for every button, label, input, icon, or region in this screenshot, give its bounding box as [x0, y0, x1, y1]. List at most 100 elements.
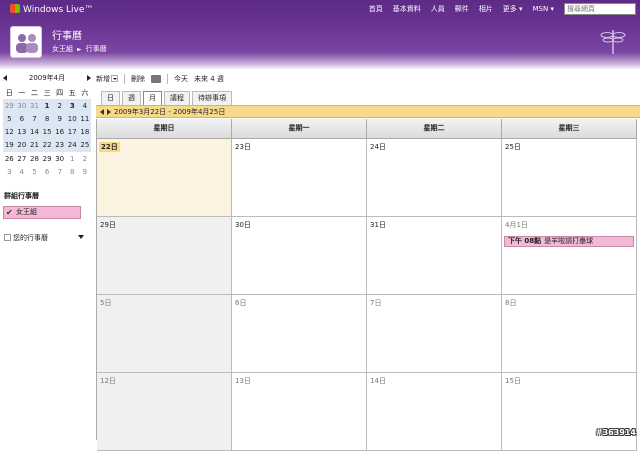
mini-day[interactable]: 10	[66, 112, 79, 125]
mini-day[interactable]: 1	[66, 152, 79, 165]
tab-week[interactable]: 週	[122, 91, 141, 105]
today-button[interactable]: 今天	[174, 74, 188, 84]
day-cell[interactable]: 24日	[367, 139, 502, 217]
mini-day[interactable]: 3	[3, 165, 16, 178]
brand-label: Windows Live™	[23, 5, 93, 15]
checkmark-icon[interactable]: ✔	[6, 207, 13, 218]
mini-day[interactable]: 26	[3, 152, 16, 165]
mini-day[interactable]: 15	[41, 126, 54, 139]
day-cell[interactable]: 14日	[367, 373, 502, 451]
nav-more[interactable]: 更多 ▾	[503, 4, 523, 14]
mini-day[interactable]: 9	[53, 112, 66, 125]
next-four-weeks-button[interactable]: 未來 4 週	[194, 74, 224, 84]
mini-day[interactable]: 8	[41, 112, 54, 125]
tab-day[interactable]: 日	[101, 91, 120, 105]
mini-day[interactable]: 8	[66, 165, 79, 178]
mini-day[interactable]: 11	[79, 112, 92, 125]
nav-photos[interactable]: 相片	[479, 4, 493, 14]
day-cell[interactable]: 5日	[97, 295, 232, 373]
expand-arrow-icon[interactable]	[78, 235, 84, 239]
nav-msn[interactable]: MSN ▾	[533, 5, 554, 13]
day-cell[interactable]: 7日	[367, 295, 502, 373]
mini-day[interactable]: 12	[3, 126, 16, 139]
nav-profile[interactable]: 基本資料	[393, 4, 421, 14]
mini-day[interactable]: 4	[79, 99, 92, 112]
calendar-event[interactable]: 下午 08點是羊啦請打壘球	[504, 236, 634, 247]
delete-button[interactable]: 刪除	[131, 74, 145, 84]
mini-day[interactable]: 17	[66, 126, 79, 139]
weekday-label: 日	[3, 86, 16, 99]
day-cell[interactable]: 22日	[97, 139, 232, 217]
mini-day[interactable]: 16	[53, 126, 66, 139]
windows-live-logo[interactable]: Windows Live™	[10, 4, 93, 15]
mini-day[interactable]: 27	[16, 152, 29, 165]
mini-day[interactable]: 31	[28, 99, 41, 112]
mini-day[interactable]: 3	[66, 99, 79, 112]
mini-day[interactable]: 18	[79, 126, 92, 139]
mini-day[interactable]: 2	[53, 99, 66, 112]
mini-day[interactable]: 22	[41, 139, 54, 152]
nav-more-label: 更多	[503, 5, 517, 13]
mini-day[interactable]: 7	[53, 165, 66, 178]
mini-day[interactable]: 29	[41, 152, 54, 165]
mini-day[interactable]: 7	[28, 112, 41, 125]
tab-agenda[interactable]: 議程	[164, 91, 190, 105]
mini-day[interactable]: 20	[16, 139, 29, 152]
day-cell[interactable]: 31日	[367, 217, 502, 295]
sidebar: 2009年4月 日 一 二 三 四 五 六 29 30 31 1 2 3 4 5…	[0, 70, 94, 440]
mini-day[interactable]: 29	[3, 99, 16, 112]
mini-day[interactable]: 23	[53, 139, 66, 152]
new-button[interactable]: 新增	[96, 74, 118, 84]
previous-month-icon[interactable]	[3, 75, 7, 81]
mini-day[interactable]: 25	[79, 139, 92, 152]
toolbar-divider	[124, 74, 125, 84]
nav-home[interactable]: 首頁	[369, 4, 383, 14]
day-cell[interactable]: 6日	[232, 295, 367, 373]
mini-day[interactable]: 28	[28, 152, 41, 165]
mini-day[interactable]: 13	[16, 126, 29, 139]
mini-day[interactable]: 24	[66, 139, 79, 152]
next-range-icon[interactable]	[107, 109, 111, 115]
month-grid: 星期日 星期一 星期二 星期三 22日 23日 24日 25日 29日 30日 …	[96, 119, 640, 440]
page-title: 行事曆	[52, 27, 82, 42]
nav-people[interactable]: 人員	[431, 4, 445, 14]
day-cell[interactable]: 12日	[97, 373, 232, 451]
mini-day[interactable]: 1	[41, 99, 54, 112]
mini-day[interactable]: 30	[16, 99, 29, 112]
printer-icon[interactable]	[151, 75, 161, 83]
search-input[interactable]	[564, 3, 636, 15]
breadcrumb-group[interactable]: 女王組	[52, 45, 73, 53]
mini-day[interactable]: 19	[3, 139, 16, 152]
mini-day[interactable]: 6	[16, 112, 29, 125]
nav-mail[interactable]: 郵件	[455, 4, 469, 14]
day-cell[interactable]: 29日	[97, 217, 232, 295]
day-cell[interactable]: 15日	[502, 373, 637, 451]
previous-range-icon[interactable]	[100, 109, 104, 115]
mini-day[interactable]: 5	[28, 165, 41, 178]
mini-day[interactable]: 5	[3, 112, 16, 125]
group-calendar-item[interactable]: ✔女王組	[3, 206, 81, 219]
next-month-icon[interactable]	[87, 75, 91, 81]
day-number: 12日	[100, 376, 116, 386]
tab-month[interactable]: 月	[143, 91, 162, 105]
day-cell[interactable]: 30日	[232, 217, 367, 295]
day-number: 25日	[505, 142, 521, 152]
mini-day[interactable]: 21	[28, 139, 41, 152]
dropdown-arrow-icon[interactable]	[111, 75, 118, 82]
mini-day[interactable]: 6	[41, 165, 54, 178]
day-cell[interactable]: 4月1日 下午 08點是羊啦請打壘球	[502, 217, 637, 295]
mini-day[interactable]: 2	[79, 152, 92, 165]
week-row: 5日 6日 7日 8日	[97, 295, 640, 373]
day-cell[interactable]: 8日	[502, 295, 637, 373]
my-calendars-toggle[interactable]: 您的行事曆	[4, 233, 84, 243]
day-cell[interactable]: 13日	[232, 373, 367, 451]
mini-day[interactable]: 30	[53, 152, 66, 165]
day-cell[interactable]: 25日	[502, 139, 637, 217]
day-cell[interactable]: 23日	[232, 139, 367, 217]
weekday-headers: 星期日 星期一 星期二 星期三	[97, 119, 640, 139]
tab-todo[interactable]: 待辦事項	[192, 91, 232, 105]
checkbox-icon[interactable]	[4, 234, 11, 241]
mini-day[interactable]: 9	[79, 165, 92, 178]
mini-day[interactable]: 4	[16, 165, 29, 178]
mini-day[interactable]: 14	[28, 126, 41, 139]
